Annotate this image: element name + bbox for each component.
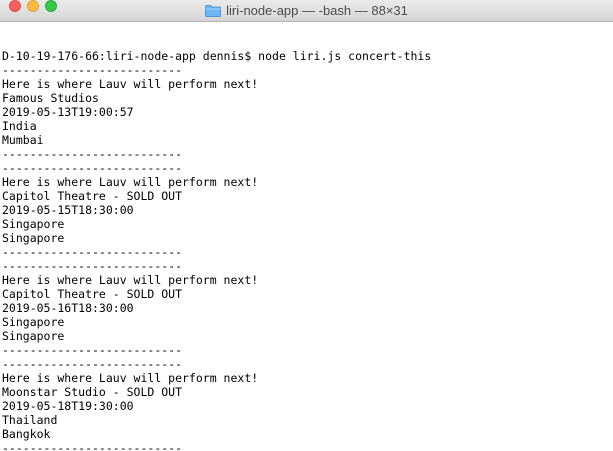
terminal-line: --------------------------: [2, 245, 183, 259]
terminal-line: 2019-05-15T18:30:00: [2, 203, 134, 217]
terminal-line: Famous Studios: [2, 91, 99, 105]
terminal-line: Mumbai: [2, 133, 44, 147]
terminal-line: 2019-05-16T18:30:00: [2, 301, 134, 315]
terminal-line: Here is where Lauv will perform next!: [2, 77, 259, 91]
terminal-line: Capitol Theatre - SOLD OUT: [2, 189, 183, 203]
terminal-line: D-10-19-176-66:liri-node-app dennis$ nod…: [2, 49, 432, 63]
terminal-line: Moonstar Studio - SOLD OUT: [2, 385, 183, 399]
terminal-line: --------------------------: [2, 259, 183, 273]
title-bar[interactable]: liri-node-app — -bash — 88×31: [0, 0, 613, 22]
terminal-line: Here is where Lauv will perform next!: [2, 175, 259, 189]
terminal-line: --------------------------: [2, 357, 183, 371]
terminal-output[interactable]: D-10-19-176-66:liri-node-app dennis$ nod…: [2, 21, 610, 451]
terminal-line: Here is where Lauv will perform next!: [2, 371, 259, 385]
terminal-line: Singapore: [2, 315, 65, 329]
terminal-line: --------------------------: [2, 343, 183, 357]
terminal-line: 2019-05-18T19:30:00: [2, 399, 134, 413]
terminal-line: 2019-05-13T19:00:57: [2, 105, 134, 119]
terminal-line: Singapore: [2, 329, 65, 343]
window-title-group: liri-node-app — -bash — 88×31: [0, 0, 613, 20]
window-title: liri-node-app — -bash — 88×31: [226, 2, 408, 18]
terminal-line: Thailand: [2, 413, 58, 427]
terminal-line: Singapore: [2, 231, 65, 245]
terminal-line: Capitol Theatre - SOLD OUT: [2, 287, 183, 301]
terminal-line: Bangkok: [2, 427, 51, 441]
terminal-line: --------------------------: [2, 441, 183, 451]
terminal-line: --------------------------: [2, 161, 183, 175]
terminal-window: liri-node-app — -bash — 88×31 D-10-19-17…: [0, 0, 613, 451]
terminal-line: India: [2, 119, 37, 133]
folder-icon: [205, 4, 222, 17]
terminal-line: --------------------------: [2, 63, 183, 77]
terminal-line: --------------------------: [2, 147, 183, 161]
terminal-line: Singapore: [2, 217, 65, 231]
terminal-line: Here is where Lauv will perform next!: [2, 273, 259, 287]
